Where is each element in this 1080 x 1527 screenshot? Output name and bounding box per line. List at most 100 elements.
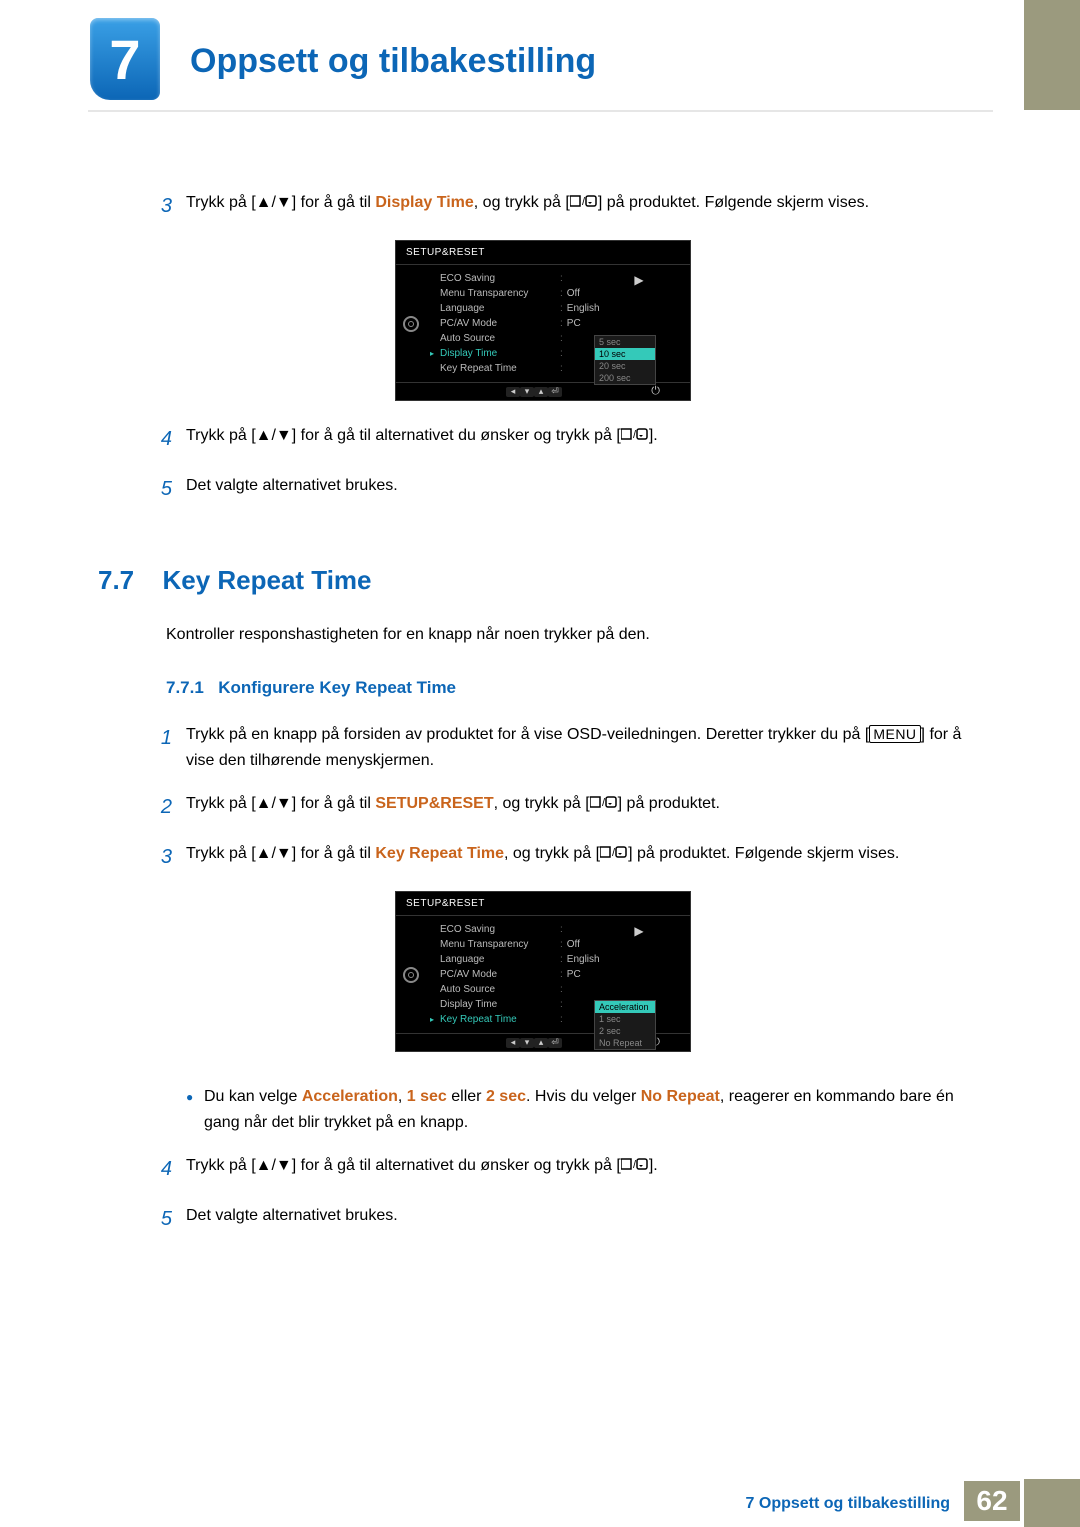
osd-menu-label: ECO Saving [440,273,552,284]
header-rule [88,110,993,112]
text: , og trykk på [ [504,845,600,862]
enter-icon: / [600,841,628,867]
accent-text: No Repeat [641,1088,720,1105]
accent-text: Key Repeat Time [375,845,504,862]
text: ] for å gå til alternativet du ønsker og… [292,427,621,444]
bullet-dot-icon: ● [186,1084,204,1135]
step-row: 3 Trykk på [▲/▼] for å gå til Display Ti… [98,190,988,222]
osd-value: : [556,922,626,937]
osd-sidebar [396,265,426,382]
text: . Hvis du velger [526,1088,641,1105]
marker-icon: ▸ [430,349,440,358]
osd-value: :PC [556,316,626,331]
up-down-icon: ▲/▼ [256,190,292,216]
step-text: Trykk på [▲/▼] for å gå til Key Repeat T… [186,841,988,873]
osd-value: :English [556,952,626,967]
text: Trykk på [ [186,194,256,211]
step-number: 5 [98,1203,186,1235]
osd-menu-label: Auto Source [440,984,552,995]
osd-popup-option: 1 sec [595,1013,655,1025]
osd-nav-icon: ◂ [506,387,520,397]
section-number: 7.7 [98,565,158,596]
text: , og trykk på [ [494,795,590,812]
osd-menu-label: Language [440,954,552,965]
osd-menu-label: Auto Source [440,333,552,344]
step-number: 5 [98,473,186,505]
step-row: 5 Det valgte alternativet brukes. [98,1203,988,1235]
osd-popup-option: 5 sec [595,336,655,348]
accent-text: SETUP&RESET [375,795,493,812]
osd-menu-item: ▸Key Repeat Time [426,1012,556,1027]
osd-sidebar [396,916,426,1033]
up-down-icon: ▲/▼ [256,1153,292,1179]
osd-popup-option: 200 sec [595,372,655,384]
step-row: 3 Trykk på [▲/▼] for å gå til Key Repeat… [98,841,988,873]
accent-text: 1 sec [407,1088,447,1105]
step-text: Det valgte alternativet brukes. [186,473,988,505]
section-heading: 7.7 Key Repeat Time [98,565,988,596]
osd-menu-label: Display Time [440,348,552,359]
osd-screenshot: SETUP&RESET ECO Saving Menu Transparency La… [395,891,691,1052]
decor-band-top [1024,0,1080,110]
up-down-icon: ▲/▼ [256,791,292,817]
up-down-icon: ▲/▼ [256,423,292,449]
osd-nav-icon: ▾ [520,387,534,397]
text: ] for å gå til [292,795,376,812]
text: ] på produktet. Følgende skjerm vises. [628,845,899,862]
menu-key-icon: MENU [869,725,920,743]
osd-menu-label: Language [440,303,552,314]
accent-text: Acceleration [302,1088,398,1105]
osd-nav-icon: ▴ [534,1038,548,1048]
text: Trykk på [ [186,795,256,812]
text: , [398,1088,407,1105]
text: ] på produktet. Følgende skjerm vises. [598,194,869,211]
accent-text: Display Time [375,194,473,211]
gear-icon [403,316,419,332]
osd-nav-icon: ▾ [520,1038,534,1048]
step-row: 5 Det valgte alternativet brukes. [98,473,988,505]
osd-title: SETUP&RESET [396,892,690,916]
chapter-title: Oppsett og tilbakestilling [190,42,596,81]
osd-menu: ECO SavingMenu TransparencyLanguagePC/AV… [426,916,556,1033]
text: , og trykk på [ [474,194,570,211]
step-text: Det valgte alternativet brukes. [186,1203,988,1235]
osd-value: :English [556,301,626,316]
osd-menu-item: ECO Saving [426,271,556,286]
step-row: 2 Trykk på [▲/▼] for å gå til SETUP&RESE… [98,791,988,823]
osd-menu-item: Menu Transparency [426,937,556,952]
osd-menu-item: ECO Saving [426,922,556,937]
enter-icon: / [590,791,618,817]
osd-menu-item: Auto Source [426,331,556,346]
enter-icon: / [621,423,649,449]
osd-popup-option: 20 sec [595,360,655,372]
osd-value: : [556,982,626,997]
osd-menu-item: Key Repeat Time [426,361,556,376]
osd-menu: ECO Saving Menu Transparency Language PC/AV… [426,265,556,382]
bullet-text: Du kan velge Acceleration, 1 sec eller 2… [204,1084,988,1135]
osd-menu-item: PC/AV Mode [426,316,556,331]
osd-nav-icon: ⏎ [548,387,562,397]
chapter-badge: 7 [90,18,160,100]
step-text: Trykk på [▲/▼] for å gå til alternativet… [186,1153,988,1185]
osd-menu-label: PC/AV Mode [440,318,552,329]
osd-value: :Off [556,286,626,301]
subsection-number: 7.7.1 [166,678,204,697]
page-content: 3 Trykk på [▲/▼] for å gå til Display Ti… [98,190,988,1253]
step-row: 4 Trykk på [▲/▼] for å gå til alternativ… [98,1153,988,1185]
power-icon: ⏻ [651,385,660,398]
step-number: 4 [98,1153,186,1185]
osd-menu-item: Menu Transparency [426,286,556,301]
step-row: 4 Trykk på [▲/▼] for å gå til alternativ… [98,423,988,455]
footer: 7 Oppsett og tilbakestilling 62 [0,1479,1080,1527]
text: eller [447,1088,486,1105]
text: ]. [649,427,658,444]
osd-popup-option: Acceleration [595,1001,655,1013]
text: Trykk på [ [186,845,256,862]
text: ] på produktet. [618,795,720,812]
section-description: Kontroller responshastigheten for en kna… [166,626,988,644]
footer-page-number: 62 [964,1481,1020,1521]
step-number: 1 [98,722,186,773]
osd-value: : [556,271,626,286]
osd-menu-label: Menu Transparency [440,939,552,950]
osd-menu-item: Auto Source [426,982,556,997]
